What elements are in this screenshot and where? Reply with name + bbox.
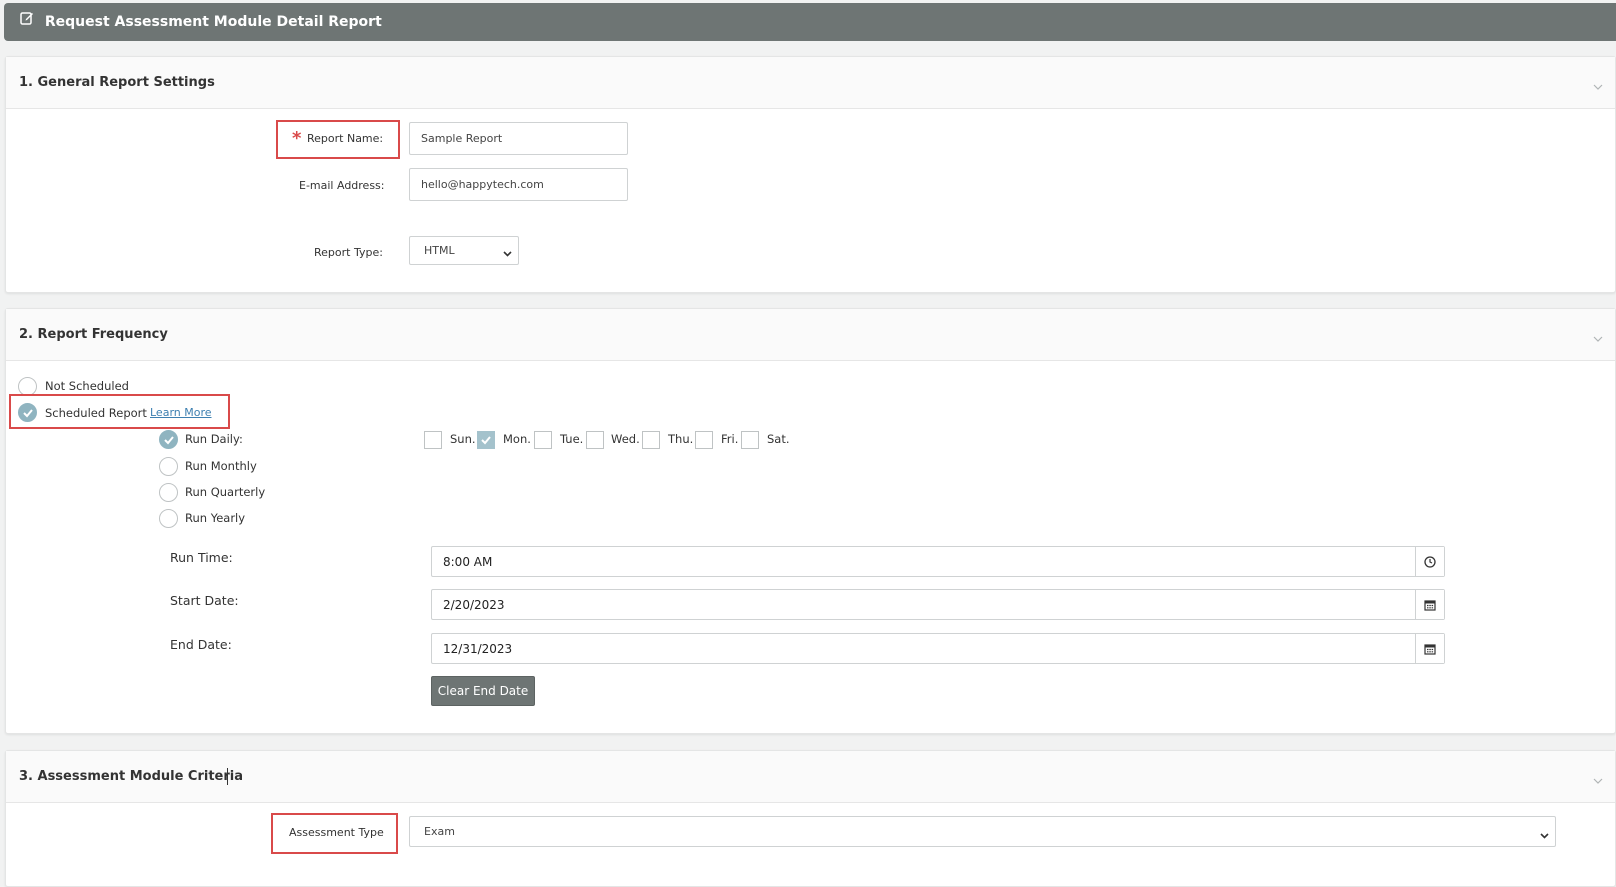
report-name-input[interactable]: Sample Report xyxy=(409,122,628,155)
run-monthly-radio[interactable] xyxy=(159,457,178,476)
assessment-criteria-header[interactable]: 3. Assessment Module Criteria xyxy=(6,751,1615,803)
general-settings-header[interactable]: 1. General Report Settings xyxy=(6,57,1615,109)
report-frequency-panel: 2. Report Frequency xyxy=(5,308,1616,734)
section-title: 1. General Report Settings xyxy=(19,75,215,90)
clock-icon[interactable] xyxy=(1415,547,1444,576)
scheduled-report-radio[interactable] xyxy=(18,403,37,422)
clear-end-date-button[interactable]: Clear End Date xyxy=(431,676,535,706)
section-title: 2. Report Frequency xyxy=(19,327,168,342)
run-quarterly-radio[interactable] xyxy=(159,483,178,502)
friday-checkbox[interactable] xyxy=(695,431,713,449)
section-title: 3. Assessment Module Criteria xyxy=(19,769,244,784)
start-date-input[interactable]: 2/20/2023 xyxy=(431,589,1445,620)
email-label: E-mail Address: xyxy=(299,179,385,192)
run-daily-label: Run Daily: xyxy=(185,432,243,446)
start-date-label: Start Date: xyxy=(170,593,239,608)
report-type-label: Report Type: xyxy=(314,246,383,259)
chevron-down-icon xyxy=(1540,829,1549,842)
monday-checkbox[interactable] xyxy=(477,431,495,449)
report-name-label: Report Name: xyxy=(307,132,384,145)
end-date-value: 12/31/2023 xyxy=(443,641,513,656)
start-date-value: 2/20/2023 xyxy=(443,597,505,612)
not-scheduled-label: Not Scheduled xyxy=(45,379,129,393)
scheduled-report-label: Scheduled Report xyxy=(45,406,147,420)
tuesday-checkbox[interactable] xyxy=(534,431,552,449)
assessment-type-value: Exam xyxy=(424,825,455,838)
end-date-input[interactable]: 12/31/2023 xyxy=(431,633,1445,664)
report-frequency-header[interactable]: 2. Report Frequency xyxy=(6,309,1615,361)
run-daily-radio[interactable] xyxy=(159,430,178,449)
run-time-label: Run Time: xyxy=(170,550,233,565)
saturday-checkbox[interactable] xyxy=(741,431,759,449)
assessment-type-label: Assessment Type xyxy=(289,826,384,839)
run-monthly-label: Run Monthly xyxy=(185,459,257,473)
text-cursor xyxy=(227,768,228,785)
report-type-select[interactable]: HTML xyxy=(409,236,519,265)
run-time-input[interactable]: 8:00 AM xyxy=(431,546,1445,577)
run-quarterly-label: Run Quarterly xyxy=(185,485,266,499)
edit-icon xyxy=(20,2,34,40)
thursday-checkbox[interactable] xyxy=(642,431,660,449)
email-input[interactable]: hello@happytech.com xyxy=(409,168,628,201)
run-yearly-label: Run Yearly xyxy=(185,511,246,525)
calendar-icon[interactable] xyxy=(1415,590,1444,619)
email-value: hello@happytech.com xyxy=(421,178,544,191)
chevron-down-icon[interactable] xyxy=(1593,75,1603,94)
report-name-value: Sample Report xyxy=(421,132,503,145)
friday-label: Fri. xyxy=(721,432,739,446)
end-date-label: End Date: xyxy=(170,637,232,652)
chevron-down-icon[interactable] xyxy=(1593,769,1603,788)
sunday-label: Sun. xyxy=(450,432,476,446)
calendar-icon[interactable] xyxy=(1415,634,1444,663)
wednesday-label: Wed. xyxy=(611,432,640,446)
wednesday-checkbox[interactable] xyxy=(586,431,604,449)
learn-more-link[interactable]: Learn More xyxy=(150,406,212,419)
assessment-type-select[interactable]: Exam xyxy=(409,816,1556,847)
sunday-checkbox[interactable] xyxy=(424,431,442,449)
required-asterisk-icon: * xyxy=(292,128,302,149)
monday-label: Mon. xyxy=(503,432,531,446)
page-title: Request Assessment Module Detail Report xyxy=(44,14,382,30)
page-title-bar: Request Assessment Module Detail Report xyxy=(4,3,1616,41)
general-settings-panel: 1. General Report Settings xyxy=(5,56,1616,293)
run-yearly-radio[interactable] xyxy=(159,509,178,528)
run-time-value: 8:00 AM xyxy=(443,554,493,569)
tuesday-label: Tue. xyxy=(560,432,584,446)
report-type-value: HTML xyxy=(424,244,455,257)
chevron-down-icon xyxy=(503,247,512,260)
thursday-label: Thu. xyxy=(668,432,694,446)
chevron-down-icon[interactable] xyxy=(1593,327,1603,346)
saturday-label: Sat. xyxy=(767,432,790,446)
